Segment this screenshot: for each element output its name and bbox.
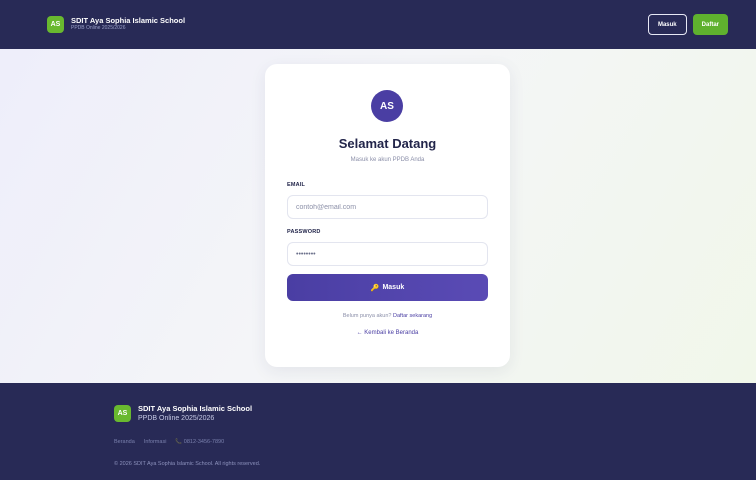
brand-subtitle: PPDB Online 2025/2026 <box>71 25 126 32</box>
login-card: AS Selamat Datang Masuk ke akun PPDB And… <box>265 64 510 367</box>
password-field[interactable] <box>287 242 488 266</box>
page-subtitle: Masuk ke akun PPDB Anda <box>350 157 425 163</box>
login-nav-button[interactable]: Masuk <box>647 14 687 35</box>
brand: SDIT Aya Sophia Islamic School PPDB Onli… <box>71 17 185 31</box>
register-prompt-line: Belum punya akun? Daftar sekarang <box>265 313 510 319</box>
footer: AS SDIT Aya Sophia Islamic School PPDB O… <box>0 383 756 480</box>
key-icon: 🔑 <box>370 284 380 292</box>
email-field[interactable] <box>287 195 488 219</box>
page-title: Selamat Datang <box>338 136 437 151</box>
footer-link-home[interactable]: Beranda <box>114 439 135 445</box>
footer-subtitle: PPDB Online 2025/2026 <box>138 415 215 422</box>
back-to-home-link[interactable]: ← Kembali ke Beranda <box>265 330 510 336</box>
main-area: AS Selamat Datang Masuk ke akun PPDB And… <box>0 49 756 383</box>
brand-title: SDIT Aya Sophia Islamic School <box>71 16 186 26</box>
register-nav-button[interactable]: Daftar <box>692 14 728 35</box>
password-label: PASSWORD <box>287 229 321 235</box>
register-link[interactable]: Daftar sekarang <box>393 313 432 319</box>
footer-link-info[interactable]: Informasi <box>144 439 167 445</box>
footer-title: SDIT Aya Sophia Islamic School <box>138 404 253 413</box>
school-logo[interactable]: AS <box>47 16 64 33</box>
nav-actions: Masuk Daftar <box>647 14 728 35</box>
login-submit-label: Masuk <box>382 284 405 291</box>
footer-copyright: © 2026 SDIT Aya Sophia Islamic School. A… <box>114 461 261 467</box>
top-navbar: AS SDIT Aya Sophia Islamic School PPDB O… <box>0 0 756 49</box>
register-prompt: Belum punya akun? <box>342 313 392 319</box>
footer-phone[interactable]: 📞 0812-3456-7890 <box>175 439 224 445</box>
avatar: AS <box>371 90 403 122</box>
email-label: EMAIL <box>287 182 306 188</box>
footer-links: Beranda Informasi 📞 0812-3456-7890 <box>114 439 224 445</box>
login-submit-button[interactable]: 🔑 Masuk <box>287 274 488 301</box>
footer-logo: AS <box>114 405 131 422</box>
